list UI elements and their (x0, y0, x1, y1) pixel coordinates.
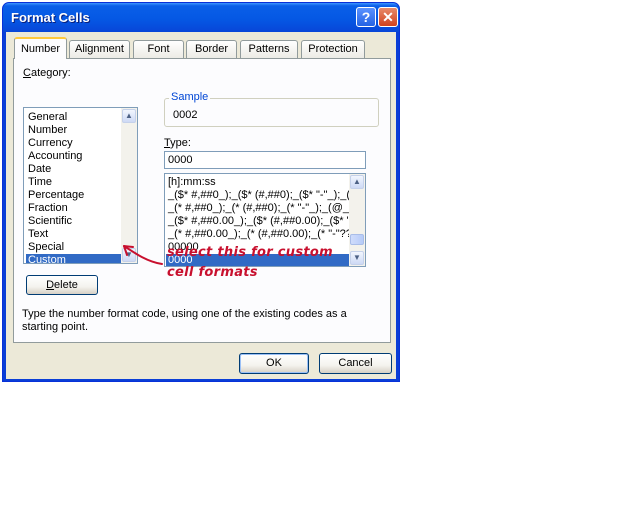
annotation-text: select this for custom cell formats (167, 243, 333, 283)
annotation-line-2: cell formats (167, 265, 258, 280)
annotation-line-1: select this for custom (167, 245, 333, 260)
